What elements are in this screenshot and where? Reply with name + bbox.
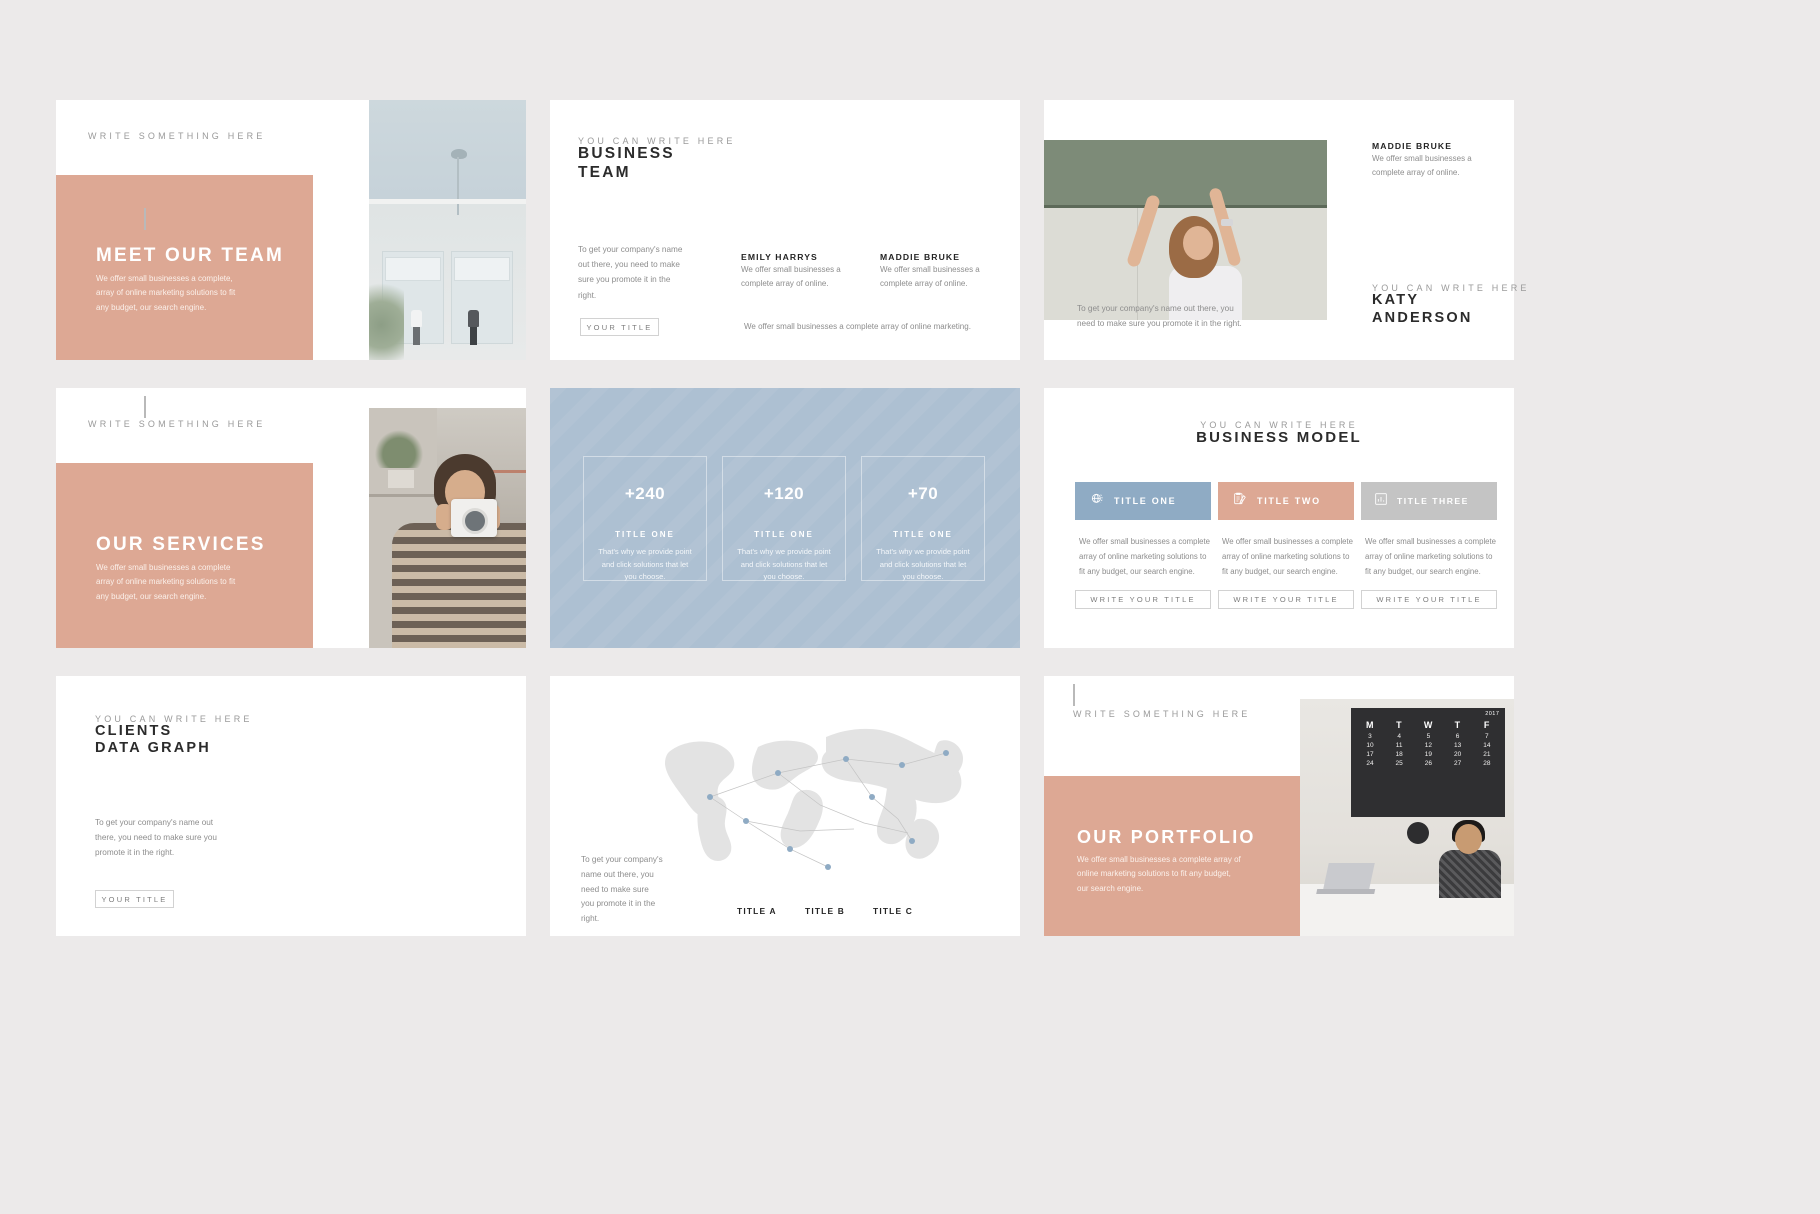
slide7-lead: To get your company's name out there, yo… [95, 818, 217, 858]
model-text-0: We offer small businesses a complete arr… [1079, 537, 1211, 576]
calendar-date: 19 [1424, 751, 1432, 759]
model-text-1: We offer small businesses a complete arr… [1222, 537, 1354, 576]
slide1-body: We offer small businesses a complete, ar… [96, 274, 236, 312]
calendar-date: 26 [1424, 760, 1432, 768]
calendar-day-header: W [1423, 720, 1433, 731]
calendar-date: 11 [1395, 742, 1403, 750]
clipboard-pen-icon [1232, 491, 1248, 512]
slide7-title-line2: DATA GRAPH [95, 740, 211, 756]
calendar-date: 3 [1368, 733, 1372, 741]
calendar-date: 24 [1366, 760, 1374, 768]
slide2-title: BUSINESS TEAM [578, 145, 675, 182]
slide7-title-line1: CLIENTS [95, 723, 173, 739]
slide4-eyebrow: WRITE SOMETHING HERE [88, 419, 266, 429]
slide2-member-desc-1: We offer small businesses a complete arr… [880, 265, 980, 289]
stat-desc-2: That's why we provide point and click so… [876, 547, 970, 582]
stat-title-2: TITLE ONE [893, 530, 953, 539]
slide6-title: BUSINESS MODEL [1196, 429, 1362, 446]
stat-desc-1: That's why we provide point and click so… [737, 547, 831, 582]
slide2-lead: To get your company's name out there, yo… [578, 245, 683, 300]
model-pill-2[interactable]: TITLE THREE [1361, 482, 1497, 520]
slide3-lead: To get your company's name out there, yo… [1077, 304, 1242, 328]
calendar-date: 28 [1483, 760, 1491, 768]
stat-desc-0: That's why we provide point and click so… [598, 547, 692, 582]
calendar-date: 10 [1366, 742, 1374, 750]
model-text-2: We offer small businesses a complete arr… [1365, 537, 1497, 576]
slide4-body: We offer small businesses a complete arr… [96, 563, 236, 601]
slide1-tick [144, 208, 146, 230]
slide3-hero-photo [1044, 140, 1327, 320]
calendar-day-header: T [1396, 720, 1403, 731]
calendar-date: 17 [1366, 751, 1374, 759]
world-map-graphic [665, 728, 964, 870]
stat-title-1: TITLE ONE [754, 530, 814, 539]
calendar-date: 27 [1453, 760, 1462, 768]
slide2-member-name-1: MADDIE BRUKE [880, 252, 961, 262]
slide2-footnote: We offer small businesses a complete arr… [744, 322, 971, 331]
slide3-big-name-line2: ANDERSON [1372, 310, 1473, 326]
stat-card-2[interactable]: +70 TITLE ONE That's why we provide poin… [861, 456, 985, 581]
calendar-date: 21 [1483, 751, 1491, 759]
model-label-1: TITLE TWO [1257, 496, 1321, 506]
stat-title-0: TITLE ONE [615, 530, 675, 539]
slide9-title: OUR PORTFOLIO [1077, 827, 1256, 847]
slide9-eyebrow: WRITE SOMETHING HERE [1073, 709, 1251, 719]
model-pill-0[interactable]: TITLE ONE [1075, 482, 1211, 520]
map-label-2: TITLE C [873, 906, 914, 916]
slide4-title: OUR SERVICES [96, 534, 266, 555]
stat-number-2: +70 [907, 484, 939, 503]
calendar-day-header: F [1483, 720, 1490, 731]
slide4-photo [369, 408, 526, 648]
model-button-2[interactable]: WRITE YOUR TITLE [1361, 590, 1497, 609]
calendar-day-header: M [1365, 720, 1374, 731]
calendar-date: 18 [1395, 751, 1403, 759]
slide-stats[interactable]: +240 TITLE ONE That's why we provide poi… [550, 388, 1020, 648]
slide2-member-desc-0: We offer small businesses a complete arr… [741, 265, 841, 289]
bar-chart-icon [1373, 491, 1389, 512]
wall-calendar: 2017 M T W T F 3 4 5 6 7 10 11 12 13 14 17 18 19 20 21 24 25… [1351, 708, 1506, 818]
slide2-member-name-0: EMILY HARRYS [741, 252, 818, 262]
slide3-big-name-line1: KATY [1372, 292, 1420, 308]
slide1-title: MEET OUR TEAM [96, 245, 284, 266]
calendar-date: 7 [1485, 733, 1489, 741]
calendar-year: 2017 [1485, 711, 1500, 718]
map-label-0: TITLE A [737, 906, 777, 916]
model-label-0: TITLE ONE [1114, 496, 1177, 506]
slide7-cta-button[interactable]: YOUR TITLE [95, 890, 174, 908]
model-label-2: TITLE THREE [1397, 496, 1469, 506]
stat-card-0[interactable]: +240 TITLE ONE That's why we provide poi… [583, 456, 707, 581]
globe-network-icon [1089, 491, 1105, 512]
slide1-eyebrow: WRITE SOMETHING HERE [88, 131, 266, 141]
calendar-day-header: T [1454, 720, 1461, 731]
calendar-date: 25 [1395, 760, 1403, 768]
calendar-date: 5 [1426, 733, 1431, 741]
slide9-body: We offer small businesses a complete arr… [1077, 855, 1241, 893]
calendar-date: 13 [1453, 742, 1462, 750]
slide1-photo [369, 100, 526, 360]
slide9-photo: 2017 M T W T F 3 4 5 6 7 10 11 12 13 14 17 18 19 20 21 24 25… [1300, 699, 1514, 936]
stat-card-1[interactable]: +120 TITLE ONE That's why we provide poi… [722, 456, 846, 581]
model-button-0[interactable]: WRITE YOUR TITLE [1075, 590, 1211, 609]
map-label-1: TITLE B [805, 906, 846, 916]
slide4-tick [144, 396, 146, 418]
model-button-1[interactable]: WRITE YOUR TITLE [1218, 590, 1354, 609]
slide9-tick [1073, 684, 1075, 706]
stat-number-0: +240 [624, 484, 666, 503]
calendar-date: 4 [1397, 733, 1401, 741]
presentation-mockup-board: WRITE SOMETHING HERE MEET OUR TEAM We of… [0, 0, 1820, 1214]
stat-number-1: +120 [763, 484, 805, 503]
slide2-cta-button[interactable]: YOUR TITLE [580, 318, 659, 336]
slide3-member-name: MADDIE BRUKE [1372, 141, 1453, 151]
slide8-lead: To get your company's name out there, yo… [581, 855, 663, 924]
slide3-member-desc: We offer small businesses a complete arr… [1372, 154, 1472, 178]
accent-block [56, 175, 313, 360]
calendar-date: 20 [1453, 751, 1462, 759]
model-pill-1[interactable]: TITLE TWO [1218, 482, 1354, 520]
calendar-date: 14 [1483, 742, 1491, 750]
calendar-date: 12 [1424, 742, 1432, 750]
calendar-date: 6 [1455, 733, 1460, 741]
